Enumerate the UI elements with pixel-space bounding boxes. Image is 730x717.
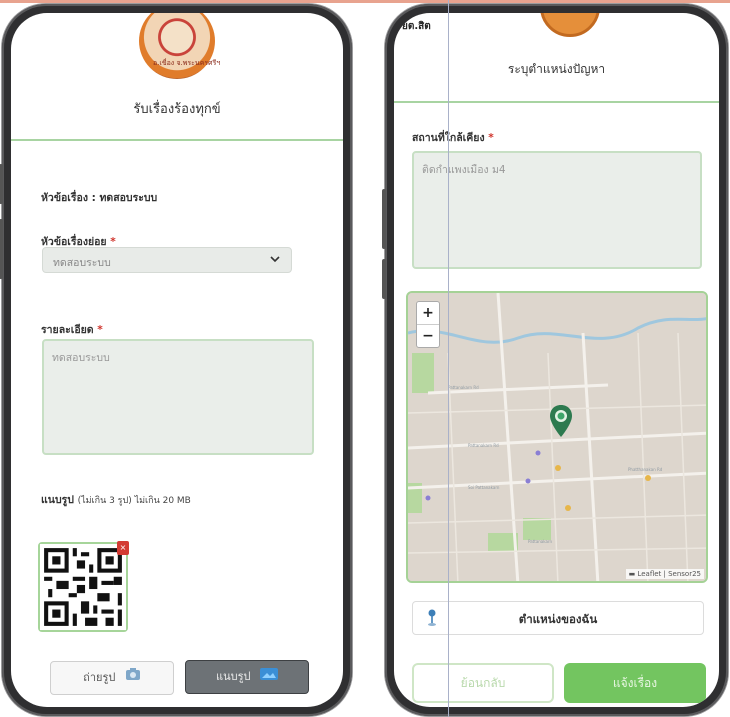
location-header: ยต.สิต ระบุตำแหน่งปัญหา	[394, 13, 719, 103]
image-guide-line	[448, 0, 449, 717]
zoom-in-button[interactable]: +	[417, 302, 439, 324]
take-photo-button[interactable]: ถ่ายรูป	[50, 661, 174, 695]
phone-side-button	[382, 259, 386, 299]
svg-text:Pattanakarn: Pattanakarn	[528, 539, 553, 544]
phone-side-button	[382, 189, 386, 249]
svg-text:Phatthanakan Rd: Phatthanakan Rd	[628, 467, 663, 472]
map-attribution[interactable]: ▬ Leaflet | Sensor25	[625, 569, 704, 579]
zoom-out-button[interactable]: −	[417, 324, 439, 347]
detail-textarea[interactable]: ทดสอบระบบ	[42, 339, 314, 455]
take-photo-label: ถ่ายรูป	[83, 671, 116, 684]
image-icon	[259, 661, 278, 693]
location-screen: ยต.สิต ระบุตำแหน่งปัญหา สถานที่ใกล้เคียง…	[394, 13, 719, 707]
zoom-controls: + −	[416, 301, 440, 348]
page-title: ระบุตำแหน่งปัญหา	[507, 62, 606, 76]
attach-label-text: แนบรูป	[41, 494, 74, 506]
nearby-label: สถานที่ใกล้เคียง *	[412, 129, 494, 146]
location-map[interactable]: Pattanakarn Rd Pattanakarn Rd Soi Pattan…	[406, 291, 708, 583]
header-divider	[394, 101, 719, 103]
svg-text:Pattanakarn Rd: Pattanakarn Rd	[468, 443, 499, 448]
municipality-logo: อ.เขื่อง จ.พระนครศรีฯ	[139, 13, 220, 79]
subject-line: หัวข้อเรื่อง : ทดสอบระบบ	[41, 192, 158, 204]
my-location-button[interactable]: ตำแหน่งของฉัน	[412, 601, 704, 635]
subtopic-select[interactable]: ทดสอบระบบ	[42, 247, 292, 273]
required-mark: *	[97, 324, 103, 336]
subtopic-select-value: ทดสอบระบบ	[53, 257, 111, 269]
svg-text:Pattanakarn Rd: Pattanakarn Rd	[448, 385, 479, 390]
remove-image-button[interactable]: ×	[117, 541, 129, 555]
report-button[interactable]: แจ้งเรื่อง	[564, 663, 706, 703]
header-divider	[11, 139, 343, 141]
logo-text: อ.เขื่อง จ.พระนครศรีฯ	[153, 59, 221, 67]
header-cut-text: ยต.สิต	[402, 21, 431, 32]
attach-label: แนบรูป (ไม่เกิน 3 รูป) ไม่เกิน 20 MB	[41, 491, 191, 508]
attach-note: (ไม่เกิน 3 รูป) ไม่เกิน 20 MB	[77, 496, 191, 506]
attach-image-label: แนบรูป	[216, 670, 251, 683]
attach-image-button[interactable]: แนบรูป	[185, 660, 309, 694]
map-pin-icon[interactable]	[550, 405, 572, 441]
nearby-place-textarea[interactable]: ติดกำแพงเมือง ม4	[412, 151, 702, 269]
attached-image-thumbnail[interactable]: ×	[38, 541, 129, 632]
top-accent-line	[0, 0, 730, 3]
chevron-down-icon	[269, 253, 281, 268]
detail-label-text: รายละเอียด	[41, 324, 94, 336]
right-phone-frame: ยต.สิต ระบุตำแหน่งปัญหา สถานที่ใกล้เคียง…	[382, 4, 728, 716]
page-title: รับเรื่องร้องทุกข์	[133, 102, 221, 117]
svg-text:Soi Pattanakarn: Soi Pattanakarn	[468, 485, 500, 490]
phone-side-button	[0, 219, 3, 279]
back-button[interactable]: ย้อนกลับ	[412, 663, 554, 703]
qr-code-icon	[40, 544, 126, 630]
left-phone-frame: อ.เขื่อง จ.พระนครศรีฯ รับเรื่องร้องทุกข์…	[0, 4, 352, 716]
nearby-place-value: ติดกำแพงเมือง ม4	[422, 164, 506, 176]
required-mark: *	[488, 132, 494, 144]
detail-label: รายละเอียด *	[41, 321, 103, 338]
municipality-logo	[540, 13, 600, 37]
detail-textarea-value: ทดสอบระบบ	[52, 352, 110, 364]
phone-side-button	[0, 164, 3, 204]
my-location-label: ตำแหน่งของฉัน	[518, 612, 598, 626]
camera-icon	[125, 662, 141, 694]
complaint-form-screen: อ.เขื่อง จ.พระนครศรีฯ รับเรื่องร้องทุกข์…	[11, 13, 343, 707]
